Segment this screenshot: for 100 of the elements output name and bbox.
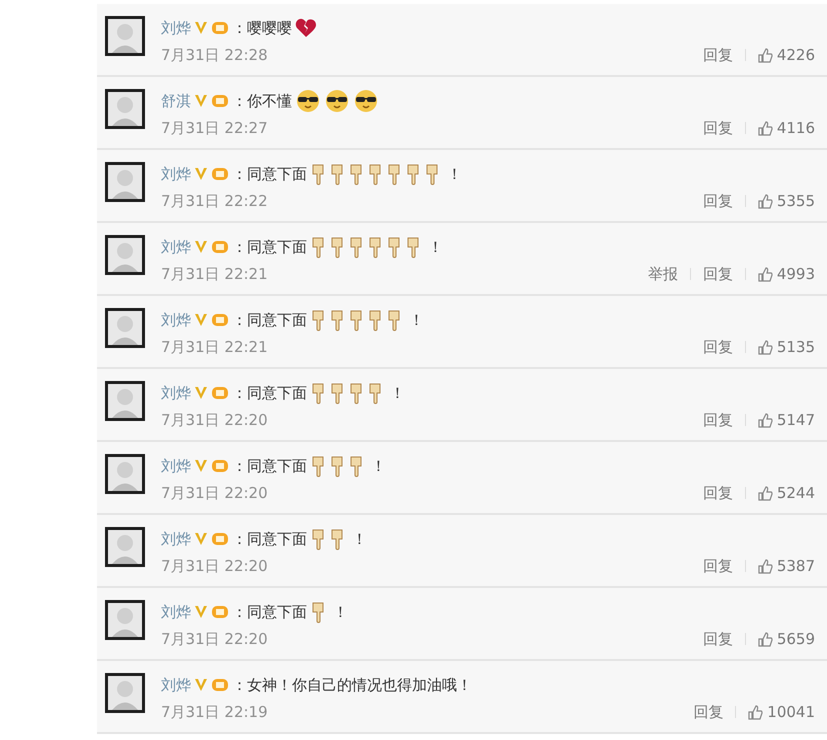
sunglasses-face-icon (324, 89, 350, 113)
report-link[interactable]: 举报 (648, 263, 678, 286)
pointing-down-hand-icon (329, 236, 345, 258)
user-name[interactable]: 刘烨 (161, 600, 191, 624)
pointing-down-hand-icon (348, 382, 364, 404)
user-name[interactable]: 刘烨 (161, 162, 191, 186)
pointing-down-hand-icon (405, 236, 421, 258)
comment-text: ：同意下面 (232, 382, 307, 404)
like-button[interactable]: 5147 (758, 409, 815, 432)
pointing-down-hand-icon (386, 309, 402, 331)
comment-text: ：同意下面 (232, 310, 307, 331)
comment-text: ！ (352, 528, 367, 550)
pointing-down-hand-icon (348, 309, 364, 331)
reply-link[interactable]: 回复 (702, 263, 733, 286)
pointing-down-hand-icon (367, 382, 383, 404)
comment-text: ：女神！你自己的情况也得加油哦！ (232, 674, 472, 696)
comment-text: ：同意下面 (232, 528, 307, 550)
like-button[interactable]: 5355 (758, 190, 815, 212)
comment-text: ：你不懂 (232, 90, 292, 112)
broken-heart-icon (295, 18, 317, 38)
timestamp: 7月31日 22:27 (161, 118, 268, 139)
reply-link[interactable]: 回复 (702, 482, 733, 504)
like-button[interactable]: 5387 (758, 555, 815, 578)
user-name[interactable]: 刘烨 (161, 16, 191, 40)
like-button[interactable]: 4226 (758, 44, 815, 66)
reply-link[interactable]: 回复 (702, 555, 733, 578)
thumbs-up-icon (758, 558, 773, 574)
thumbs-up-icon (758, 632, 773, 647)
pointing-down-hand-icon (348, 455, 364, 477)
timestamp: 7月31日 22:21 (161, 264, 268, 285)
pointing-down-hand-icon (348, 163, 364, 185)
pointing-down-hand-icon (310, 163, 326, 185)
comment-text: ：同意下面 (232, 602, 307, 623)
comment-text: ：同意下面 (232, 456, 307, 477)
sunglasses-face-icon (295, 89, 321, 113)
pointing-down-hand-icon (310, 309, 326, 331)
thumbs-up-icon (748, 704, 764, 720)
pointing-down-hand-icon (424, 163, 440, 185)
pointing-down-hand-icon (310, 382, 326, 404)
pointing-down-hand-icon (310, 601, 326, 623)
thumbs-up-icon (758, 194, 773, 209)
pointing-down-hand-icon (329, 309, 345, 331)
comment-text: ：嘤嘤嘤 (232, 18, 292, 39)
pointing-down-hand-icon (367, 236, 383, 258)
sunglasses-face-icon (353, 89, 379, 113)
comment-text: ！ (428, 236, 443, 258)
like-button[interactable]: 4116 (758, 117, 815, 140)
comment-text: ！ (371, 456, 386, 477)
pointing-down-hand-icon (348, 236, 364, 258)
pointing-down-hand-icon (405, 163, 421, 185)
like-button[interactable]: 5244 (758, 482, 815, 504)
user-name[interactable]: 刘烨 (161, 528, 191, 550)
like-button[interactable]: 10041 (748, 701, 815, 724)
pointing-down-hand-icon (329, 455, 345, 477)
reply-link[interactable]: 回复 (702, 628, 733, 650)
user-name[interactable]: 刘烨 (161, 454, 191, 478)
pointing-down-hand-icon (329, 382, 345, 404)
pointing-down-hand-icon (310, 528, 326, 550)
like-button[interactable]: 4993 (758, 263, 815, 286)
timestamp: 7月31日 22:20 (161, 410, 268, 431)
reply-link[interactable]: 回复 (702, 336, 733, 358)
user-name[interactable]: 刘烨 (161, 674, 191, 696)
timestamp: 7月31日 22:20 (161, 556, 268, 577)
reply-link[interactable]: 回复 (693, 701, 724, 724)
like-button[interactable]: 5135 (758, 336, 815, 358)
like-button[interactable]: 5659 (758, 628, 815, 650)
thumbs-up-icon (758, 120, 773, 136)
pointing-down-hand-icon (367, 309, 383, 331)
pointing-down-hand-icon (367, 163, 383, 185)
timestamp: 7月31日 22:20 (161, 629, 268, 650)
timestamp: 7月31日 22:20 (161, 483, 268, 504)
timestamp: 7月31日 22:28 (161, 45, 268, 66)
reply-link[interactable]: 回复 (702, 117, 733, 140)
pointing-down-hand-icon (310, 236, 326, 258)
thumbs-up-icon (758, 266, 773, 282)
thumbs-up-icon (758, 486, 773, 501)
pointing-down-hand-icon (329, 528, 345, 550)
thumbs-up-icon (758, 412, 773, 428)
pointing-down-hand-icon (310, 455, 326, 477)
pointing-down-hand-icon (386, 163, 402, 185)
timestamp: 7月31日 22:22 (161, 191, 268, 212)
reply-link[interactable]: 回复 (702, 44, 733, 66)
pointing-down-hand-icon (386, 236, 402, 258)
comment-text: ！ (390, 382, 405, 404)
thumbs-up-icon (758, 340, 773, 355)
comment-text: ！ (447, 164, 462, 185)
user-name[interactable]: 刘烨 (161, 236, 191, 258)
reply-link[interactable]: 回复 (702, 409, 733, 432)
thumbs-up-icon (758, 48, 773, 63)
reply-link[interactable]: 回复 (702, 190, 733, 212)
user-name[interactable]: 舒淇 (161, 90, 191, 112)
user-name[interactable]: 刘烨 (161, 382, 191, 404)
user-name[interactable]: 刘烨 (161, 308, 191, 332)
comment-text: ！ (409, 310, 424, 331)
timestamp: 7月31日 22:21 (161, 337, 268, 358)
comment-text: ！ (333, 602, 348, 623)
pointing-down-hand-icon (329, 163, 345, 185)
comment-text: ：同意下面 (232, 236, 307, 258)
comment-text: ：同意下面 (232, 164, 307, 185)
timestamp: 7月31日 22:19 (161, 702, 268, 723)
